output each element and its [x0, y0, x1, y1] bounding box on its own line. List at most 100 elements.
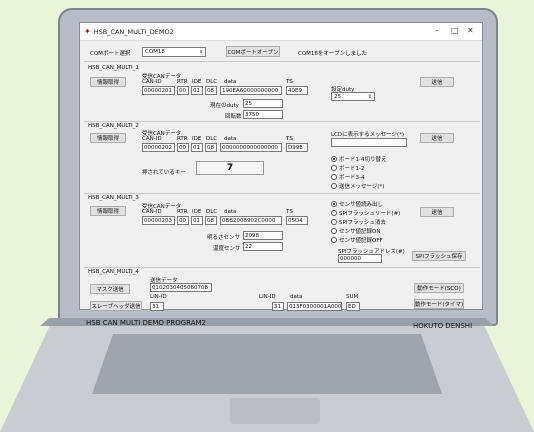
m1-rtr: 00: [177, 86, 189, 95]
maximize-icon[interactable]: □: [451, 26, 459, 35]
m3-spi-addr-input[interactable]: 000000: [338, 254, 382, 263]
m1-duty-spinner[interactable]: 25 ⇕: [331, 92, 375, 101]
m1-rpm-label: 回転数: [225, 114, 242, 120]
m3-radio-1[interactable]: SPIフラッシュリード(#): [331, 209, 400, 217]
m2-h-rtr: RTR: [177, 136, 188, 142]
port-select[interactable]: COM18 ∨: [142, 47, 206, 57]
m3-h-dlc: DLC: [206, 209, 218, 215]
radio-icon: [331, 219, 337, 225]
m4-mode-timer-button[interactable]: 動作モード(タイマ): [414, 299, 464, 309]
spinner-arrows-icon[interactable]: ⇕: [368, 93, 372, 101]
m1-send-button[interactable]: 送信: [420, 77, 454, 87]
m3-temp-value: 22: [243, 242, 283, 251]
m2-key-display: 7: [196, 161, 264, 175]
minimize-icon[interactable]: –: [435, 26, 439, 35]
com-status-text: COM18をオープンしました: [298, 51, 368, 57]
m2-send-button[interactable]: 送信: [420, 133, 454, 143]
m3-can-id: 00000203: [142, 216, 175, 225]
m2-info-button[interactable]: 情報取得: [90, 133, 126, 143]
divider: [84, 121, 480, 122]
m3-send-button[interactable]: 送信: [420, 207, 454, 217]
m3-info-button[interactable]: 情報取得: [90, 206, 126, 216]
m1-h-ide: IDE: [192, 79, 202, 85]
radio-selected-icon: [331, 201, 337, 207]
m4-sum-label: SUM: [346, 294, 359, 300]
m3-h-rtr: RTR: [177, 209, 188, 215]
m4-lin-id-input[interactable]: 31: [150, 302, 164, 311]
m4-send-data-input[interactable]: 0102030405060708: [150, 283, 212, 292]
m1-h-ts: TS: [286, 79, 293, 85]
m2-radio-0-label: ボード1-4切り替え: [339, 157, 387, 163]
port-select-value: COM18: [145, 49, 165, 55]
m4-mode-sco-button[interactable]: 動作モード(SCO): [414, 283, 464, 293]
m4-lin-label: LIN-ID: [150, 294, 167, 300]
radio-icon: [331, 210, 337, 216]
laptop-touchpad: [230, 398, 320, 424]
m2-can-id: 00000202: [142, 143, 175, 152]
m1-duty-label: 現在のduty: [210, 103, 239, 109]
window-title: HSB_CAN_MULTI_DEMO2: [93, 27, 174, 36]
m4-data-label: data: [290, 294, 303, 300]
m3-data: 0BB2008902C0000: [220, 216, 282, 225]
group-label-m3: HSB_CAN_MULTI_3: [88, 195, 139, 201]
m3-radio-2-label: SPIフラッシュ消去: [339, 220, 386, 226]
m3-rtr: 00: [177, 216, 189, 225]
m3-ide: 01: [191, 216, 203, 225]
m1-h-data: data: [224, 79, 237, 85]
m1-can-id: 00000201: [142, 86, 175, 95]
m4-slave-header-button[interactable]: スレーブヘッダ送信: [90, 301, 142, 311]
footer-program-title: HSB CAN MULTI DEMO PROGRAM2: [86, 319, 207, 327]
m3-radio-4[interactable]: センサ値記録OFF: [331, 236, 383, 244]
m3-radio-2[interactable]: SPIフラッシュ消去: [331, 218, 386, 226]
m3-light-value: 2098: [243, 231, 283, 240]
m1-info-button[interactable]: 情報取得: [90, 77, 126, 87]
m4-lin-id-value: 31: [272, 302, 284, 311]
close-icon[interactable]: ✕: [467, 26, 474, 35]
chevron-down-icon: ∨: [199, 49, 203, 55]
m4-sum-value: ED: [346, 302, 360, 311]
m1-dlc: 08: [205, 86, 217, 95]
footer-company: HOKUTO DENSHI: [413, 322, 473, 330]
m2-h-data: data: [224, 136, 237, 142]
group-label-m1: HSB_CAN_MULTI_1: [88, 65, 139, 71]
app-icon: ✦: [84, 27, 91, 36]
m2-radio-3[interactable]: 送信メッセージ(*): [331, 182, 384, 190]
m3-dlc: 08: [205, 216, 217, 225]
m2-h-ide: IDE: [192, 136, 202, 142]
group-label-m2: HSB_CAN_MULTI_2: [88, 123, 139, 129]
m2-radio-0[interactable]: ボード1-4切り替え: [331, 155, 386, 163]
radio-icon: [331, 237, 337, 243]
title-bar: ✦ HSB_CAN_MULTI_DEMO2 – □ ✕: [80, 23, 482, 41]
m3-radio-3[interactable]: センサ値記録ON: [331, 227, 380, 235]
m3-h-data: data: [224, 209, 237, 215]
group-label-m4: HSB_CAN_MULTI_4: [88, 269, 139, 275]
m2-h-ts: TS: [286, 136, 293, 142]
m2-radio-2[interactable]: ボード3-4: [331, 173, 364, 181]
com-open-button[interactable]: COMポートオープン: [226, 46, 280, 57]
radio-icon: [331, 228, 337, 234]
m1-ts: 40E9: [286, 86, 308, 95]
m2-h-can: CAN-ID: [142, 136, 162, 142]
m3-h-ide: IDE: [192, 209, 202, 215]
m2-ide: 01: [191, 143, 203, 152]
divider: [84, 193, 480, 194]
m2-radio-1[interactable]: ボード1-2: [331, 164, 364, 172]
m2-h-dlc: DLC: [206, 136, 218, 142]
m2-lcd-input[interactable]: [331, 138, 407, 147]
app-window: ✦ HSB_CAN_MULTI_DEMO2 – □ ✕ COMポート選択 COM…: [79, 22, 483, 330]
m4-lin-data-value: 013F0300001A0000: [287, 302, 342, 311]
port-select-label: COMポート選択: [90, 51, 131, 57]
m3-radio-0[interactable]: センサ値読み出し: [331, 200, 383, 208]
m2-rtr: 00: [177, 143, 189, 152]
m2-data: 0000000000000000: [220, 143, 282, 152]
m2-ts: D99E: [286, 143, 308, 152]
m3-radio-0-label: センサ値読み出し: [339, 202, 384, 208]
m1-ide: 01: [191, 86, 203, 95]
m1-h-can: CAN-ID: [142, 79, 162, 85]
m3-spi-save-button[interactable]: SPIフラッシュ保存: [412, 251, 466, 261]
radio-icon: [331, 174, 337, 180]
m2-lcd-label: LCDに表示するメッセージ(*): [331, 132, 405, 138]
m1-duty-spinner-value: 25: [334, 94, 341, 100]
m2-radio-3-label: 送信メッセージ(*): [339, 184, 385, 190]
m4-mask-send-button[interactable]: マスク送信: [90, 284, 130, 294]
